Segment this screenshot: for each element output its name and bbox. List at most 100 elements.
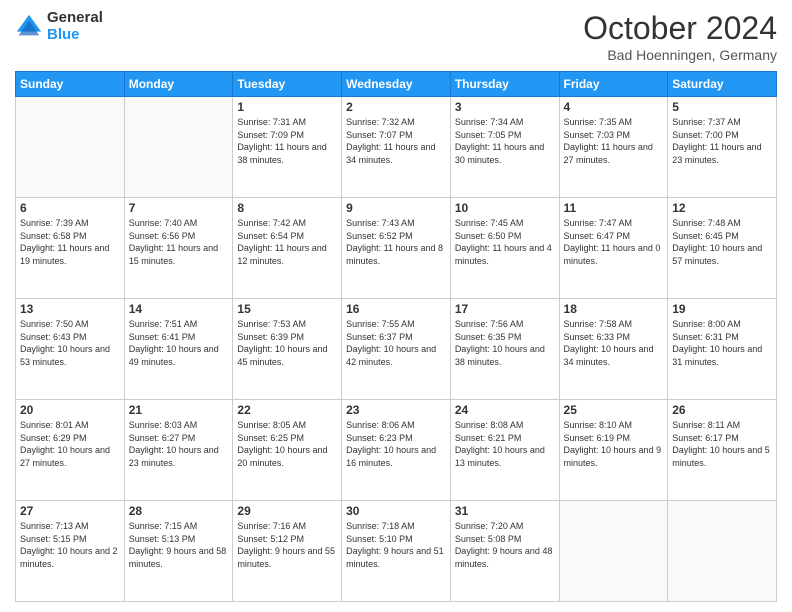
table-row: 7 Sunrise: 7:40 AMSunset: 6:56 PMDaylight… (124, 198, 233, 299)
logo: General Blue (15, 10, 103, 43)
day-number: 23 (346, 403, 446, 417)
day-number: 9 (346, 201, 446, 215)
cell-info: Sunrise: 7:51 AMSunset: 6:41 PMDaylight:… (129, 318, 229, 368)
table-row: 18Sunrise: 7:58 AMSunset: 6:33 PMDayligh… (559, 299, 668, 400)
day-number: 2 (346, 100, 446, 114)
table-row: 23 Sunrise: 8:06 AMSunset: 6:23 PMDayligh… (342, 400, 451, 501)
day-number: 6 (20, 201, 120, 215)
cell-info: Sunrise: 8:03 AMSunset: 6:27 PMDaylight:… (129, 419, 229, 469)
logo-icon (15, 13, 43, 41)
col-monday: Monday (124, 72, 233, 97)
day-number: 31 (455, 504, 555, 518)
table-row (668, 501, 777, 602)
cell-info: Sunrise: 7:35 AMSunset: 7:03 PMDaylight:… (564, 116, 664, 166)
col-sunday: Sunday (16, 72, 125, 97)
day-number: 19 (672, 302, 772, 316)
table-row: 1Sunrise: 7:31 AMSunset: 7:09 PMDaylight… (233, 97, 342, 198)
day-number: 14 (129, 302, 229, 316)
cell-info: Sunrise: 8:05 AMSunset: 6:25 PMDaylight:… (237, 419, 337, 469)
calendar-week-row: 27Sunrise: 7:13 AMSunset: 5:15 PMDayligh… (16, 501, 777, 602)
page: General Blue October 2024 Bad Hoenningen… (0, 0, 792, 612)
col-thursday: Thursday (450, 72, 559, 97)
calendar-week-row: 20 Sunrise: 8:01 AMSunset: 6:29 PMDayligh… (16, 400, 777, 501)
calendar-week-row: 6 Sunrise: 7:39 AMSunset: 6:58 PMDaylight… (16, 198, 777, 299)
table-row: 19Sunrise: 8:00 AMSunset: 6:31 PMDayligh… (668, 299, 777, 400)
day-number: 15 (237, 302, 337, 316)
day-number: 16 (346, 302, 446, 316)
day-number: 7 (129, 201, 229, 215)
calendar-week-row: 13Sunrise: 7:50 AMSunset: 6:43 PMDayligh… (16, 299, 777, 400)
day-number: 8 (237, 201, 337, 215)
cell-info: Sunrise: 7:40 AMSunset: 6:56 PMDaylight:… (129, 217, 229, 267)
cell-info: Sunrise: 7:48 AMSunset: 6:45 PMDaylight:… (672, 217, 772, 267)
cell-info: Sunrise: 7:53 AMSunset: 6:39 PMDaylight:… (237, 318, 337, 368)
cell-info: Sunrise: 7:20 AMSunset: 5:08 PMDaylight:… (455, 520, 555, 570)
calendar-week-row: 1Sunrise: 7:31 AMSunset: 7:09 PMDaylight… (16, 97, 777, 198)
cell-info: Sunrise: 7:47 AMSunset: 6:47 PMDaylight:… (564, 217, 664, 267)
cell-info: Sunrise: 7:13 AMSunset: 5:15 PMDaylight:… (20, 520, 120, 570)
calendar-header-row: Sunday Monday Tuesday Wednesday Thursday… (16, 72, 777, 97)
table-row: 28 Sunrise: 7:15 AMSunset: 5:13 PMDayligh… (124, 501, 233, 602)
table-row: 15 Sunrise: 7:53 AMSunset: 6:39 PMDayligh… (233, 299, 342, 400)
cell-info: Sunrise: 7:32 AMSunset: 7:07 PMDaylight:… (346, 116, 446, 166)
location: Bad Hoenningen, Germany (583, 47, 777, 63)
table-row: 9 Sunrise: 7:43 AMSunset: 6:52 PMDaylight… (342, 198, 451, 299)
cell-info: Sunrise: 7:39 AMSunset: 6:58 PMDaylight:… (20, 217, 120, 267)
table-row: 24Sunrise: 8:08 AMSunset: 6:21 PMDayligh… (450, 400, 559, 501)
day-number: 28 (129, 504, 229, 518)
cell-info: Sunrise: 7:37 AMSunset: 7:00 PMDaylight:… (672, 116, 772, 166)
table-row: 3 Sunrise: 7:34 AMSunset: 7:05 PMDaylight… (450, 97, 559, 198)
logo-blue-text: Blue (47, 27, 103, 44)
day-number: 4 (564, 100, 664, 114)
table-row (16, 97, 125, 198)
day-number: 3 (455, 100, 555, 114)
cell-info: Sunrise: 7:45 AMSunset: 6:50 PMDaylight:… (455, 217, 555, 267)
day-number: 12 (672, 201, 772, 215)
cell-info: Sunrise: 7:15 AMSunset: 5:13 PMDaylight:… (129, 520, 229, 570)
col-saturday: Saturday (668, 72, 777, 97)
day-number: 20 (20, 403, 120, 417)
day-number: 22 (237, 403, 337, 417)
table-row (124, 97, 233, 198)
cell-info: Sunrise: 7:34 AMSunset: 7:05 PMDaylight:… (455, 116, 555, 166)
table-row: 14 Sunrise: 7:51 AMSunset: 6:41 PMDayligh… (124, 299, 233, 400)
day-number: 5 (672, 100, 772, 114)
table-row: 25 Sunrise: 8:10 AMSunset: 6:19 PMDayligh… (559, 400, 668, 501)
table-row: 27Sunrise: 7:13 AMSunset: 5:15 PMDayligh… (16, 501, 125, 602)
table-row: 20 Sunrise: 8:01 AMSunset: 6:29 PMDayligh… (16, 400, 125, 501)
table-row: 11 Sunrise: 7:47 AMSunset: 6:47 PMDayligh… (559, 198, 668, 299)
col-friday: Friday (559, 72, 668, 97)
table-row: 31 Sunrise: 7:20 AMSunset: 5:08 PMDayligh… (450, 501, 559, 602)
table-row: 22 Sunrise: 8:05 AMSunset: 6:25 PMDayligh… (233, 400, 342, 501)
day-number: 24 (455, 403, 555, 417)
title-section: October 2024 Bad Hoenningen, Germany (583, 10, 777, 63)
table-row: 5 Sunrise: 7:37 AMSunset: 7:00 PMDaylight… (668, 97, 777, 198)
table-row (559, 501, 668, 602)
cell-info: Sunrise: 7:43 AMSunset: 6:52 PMDaylight:… (346, 217, 446, 267)
cell-info: Sunrise: 7:42 AMSunset: 6:54 PMDaylight:… (237, 217, 337, 267)
logo-general-text: General (47, 10, 103, 27)
table-row: 2 Sunrise: 7:32 AMSunset: 7:07 PMDaylight… (342, 97, 451, 198)
table-row: 16Sunrise: 7:55 AMSunset: 6:37 PMDayligh… (342, 299, 451, 400)
table-row: 8 Sunrise: 7:42 AMSunset: 6:54 PMDaylight… (233, 198, 342, 299)
day-number: 10 (455, 201, 555, 215)
col-wednesday: Wednesday (342, 72, 451, 97)
cell-info: Sunrise: 8:01 AMSunset: 6:29 PMDaylight:… (20, 419, 120, 469)
day-number: 17 (455, 302, 555, 316)
month-title: October 2024 (583, 10, 777, 47)
table-row: 4 Sunrise: 7:35 AMSunset: 7:03 PMDaylight… (559, 97, 668, 198)
cell-info: Sunrise: 8:10 AMSunset: 6:19 PMDaylight:… (564, 419, 664, 469)
header: General Blue October 2024 Bad Hoenningen… (15, 10, 777, 63)
cell-info: Sunrise: 8:06 AMSunset: 6:23 PMDaylight:… (346, 419, 446, 469)
day-number: 11 (564, 201, 664, 215)
table-row: 26Sunrise: 8:11 AMSunset: 6:17 PMDayligh… (668, 400, 777, 501)
table-row: 21Sunrise: 8:03 AMSunset: 6:27 PMDayligh… (124, 400, 233, 501)
cell-info: Sunrise: 7:31 AMSunset: 7:09 PMDaylight:… (237, 116, 337, 166)
cell-info: Sunrise: 7:58 AMSunset: 6:33 PMDaylight:… (564, 318, 664, 368)
cell-info: Sunrise: 7:56 AMSunset: 6:35 PMDaylight:… (455, 318, 555, 368)
cell-info: Sunrise: 8:11 AMSunset: 6:17 PMDaylight:… (672, 419, 772, 469)
day-number: 25 (564, 403, 664, 417)
table-row: 30Sunrise: 7:18 AMSunset: 5:10 PMDayligh… (342, 501, 451, 602)
table-row: 17 Sunrise: 7:56 AMSunset: 6:35 PMDayligh… (450, 299, 559, 400)
day-number: 29 (237, 504, 337, 518)
